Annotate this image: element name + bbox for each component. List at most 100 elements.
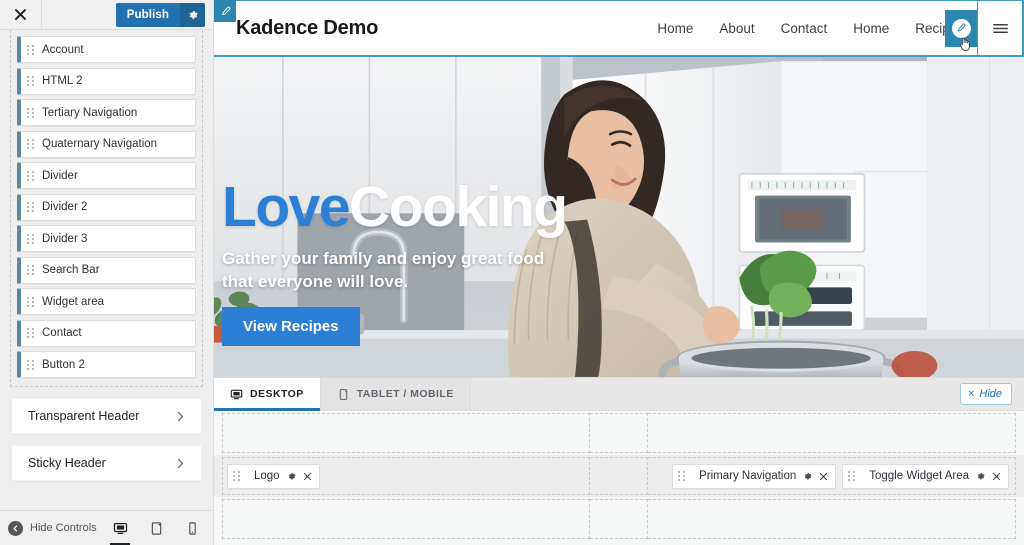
hero-section: LoveCooking Gather your family and enjoy… [214,57,1024,377]
available-item-divider-2[interactable]: Divider 2 [17,193,196,221]
available-item-divider-3[interactable]: Divider 3 [17,225,196,252]
hero-heading: LoveCooking [222,178,568,236]
builder-item-toggle-widget-area[interactable]: Toggle Widget Area [842,463,1009,489]
builder-row-bottom [214,497,1024,541]
dropzone-bottom-center[interactable] [590,499,648,539]
panel-label: Sticky Header [28,456,106,470]
nav-link-about[interactable]: About [706,21,767,36]
drag-handle-icon[interactable] [27,201,36,214]
drag-handle-icon[interactable] [678,470,687,483]
gear-icon[interactable] [802,471,813,482]
builder-tabbar: DESKTOP TABLET / MOBILE × Hide [214,378,1024,411]
remove-icon[interactable] [992,472,1001,481]
hamburger-menu-icon[interactable] [978,19,1022,38]
collapse-arrow-icon [8,520,23,536]
gear-icon[interactable] [975,471,986,482]
available-item-button-2[interactable]: Button 2 [17,351,196,378]
panel-separator [0,387,213,398]
view-recipes-button[interactable]: View Recipes [222,307,360,347]
mouse-cursor-icon [958,36,972,52]
tab-tablet-mobile[interactable]: TABLET / MOBILE [320,378,471,410]
item-label: Button 2 [42,358,85,371]
sidebar-item-transparent-header[interactable]: Transparent Header [12,398,201,434]
drag-handle-icon[interactable] [27,43,36,56]
drag-handle-icon[interactable] [27,327,36,340]
item-label: Divider 3 [42,232,88,245]
available-item-quaternary-navigation[interactable]: Quaternary Navigation [17,130,196,158]
nav-link-home-2[interactable]: Home [840,21,902,36]
device-switcher [109,516,203,545]
device-desktop-button[interactable] [109,516,131,545]
item-label: Account [42,43,84,56]
available-items-dropzone[interactable]: Account HTML 2 Tertiary Navigation Quate… [10,30,203,387]
nav-link-home[interactable]: Home [644,21,706,36]
builder-item-primary-navigation[interactable]: Primary Navigation [672,463,837,489]
available-item-account[interactable]: Account [17,36,196,63]
available-item-widget-area[interactable]: Widget area [17,288,196,315]
device-mobile-button[interactable] [181,516,203,540]
close-icon[interactable] [0,0,42,29]
dropzone-bottom-right[interactable] [648,499,1016,539]
drag-handle-icon[interactable] [848,470,857,483]
dropzone-main-left[interactable]: Logo [222,457,590,495]
publish-button[interactable]: Publish [115,3,180,27]
drag-handle-icon[interactable] [27,232,36,245]
nav-link-contact[interactable]: Contact [768,21,841,36]
item-label: Divider 2 [42,201,88,213]
dropzone-main-center[interactable] [590,457,648,495]
device-tablet-button[interactable] [145,516,167,540]
gear-icon[interactable] [180,3,205,27]
available-item-html-2[interactable]: HTML 2 [17,67,196,95]
available-item-tertiary-navigation[interactable]: Tertiary Navigation [17,99,196,126]
hide-builder-label: Hide [979,387,1002,400]
nav-edit-pencil-icon[interactable] [945,9,977,51]
available-item-contact[interactable]: Contact [17,319,196,347]
available-item-divider[interactable]: Divider [17,162,196,189]
nav-divider-end [1022,0,1023,57]
primary-navigation: Home About Contact Home Recipes [644,0,1023,57]
sidebar-item-sticky-header[interactable]: Sticky Header [12,445,201,481]
chevron-right-icon [174,410,187,423]
drag-handle-icon[interactable] [27,106,36,119]
chip-label: Logo [254,470,280,482]
hero-heading-rest: Cooking [349,174,568,239]
chip-label: Toggle Widget Area [869,470,969,482]
dropzone-top-center[interactable] [590,413,648,453]
drag-handle-icon[interactable] [27,264,36,277]
item-label: Divider [42,169,78,182]
item-label: Search Bar [42,264,100,276]
drag-handle-icon[interactable] [27,75,36,88]
header-builder: DESKTOP TABLET / MOBILE × Hide Logo Prim… [214,377,1024,545]
site-title: Kadence Demo [236,16,379,39]
builder-item-logo[interactable]: Logo [227,463,320,489]
desktop-icon [230,388,243,401]
dropzone-main-right[interactable]: Primary Navigation Toggle Widget Area [648,457,1016,495]
drag-handle-icon[interactable] [27,138,36,151]
hide-controls-button[interactable]: Hide Controls [8,520,97,536]
dropzone-bottom-left[interactable] [222,499,590,539]
hide-builder-button[interactable]: × Hide [959,383,1012,405]
tab-desktop-label: DESKTOP [250,388,304,400]
remove-icon[interactable] [303,472,312,481]
sidebar-panel-list: Transparent Header Sticky Header [0,387,213,481]
builder-row-top [214,411,1024,455]
item-label: HTML 2 [42,75,83,87]
hero-content: LoveCooking Gather your family and enjoy… [222,178,568,347]
remove-icon[interactable] [819,472,828,481]
hero-subheading: Gather your family and enjoy great food … [222,248,545,291]
gear-icon[interactable] [286,471,297,482]
drag-handle-icon[interactable] [27,295,36,308]
tab-desktop[interactable]: DESKTOP [214,378,321,411]
customizer-sidebar: Publish Account HTML 2 Tertiary Navigati… [0,0,214,545]
dropzone-top-right[interactable] [648,413,1016,453]
available-items-panel: Account HTML 2 Tertiary Navigation Quate… [0,30,213,510]
panel-label: Transparent Header [28,409,140,423]
available-item-search-bar[interactable]: Search Bar [17,256,196,284]
drag-handle-icon[interactable] [27,358,36,371]
chevron-right-icon [174,457,187,470]
header-edit-pencil-icon[interactable] [214,0,236,22]
dropzone-top-left[interactable] [222,413,590,453]
drag-handle-icon[interactable] [233,470,242,483]
drag-handle-icon[interactable] [27,169,36,182]
site-header[interactable]: Kadence Demo Home About Contact Home Rec… [214,0,1024,57]
